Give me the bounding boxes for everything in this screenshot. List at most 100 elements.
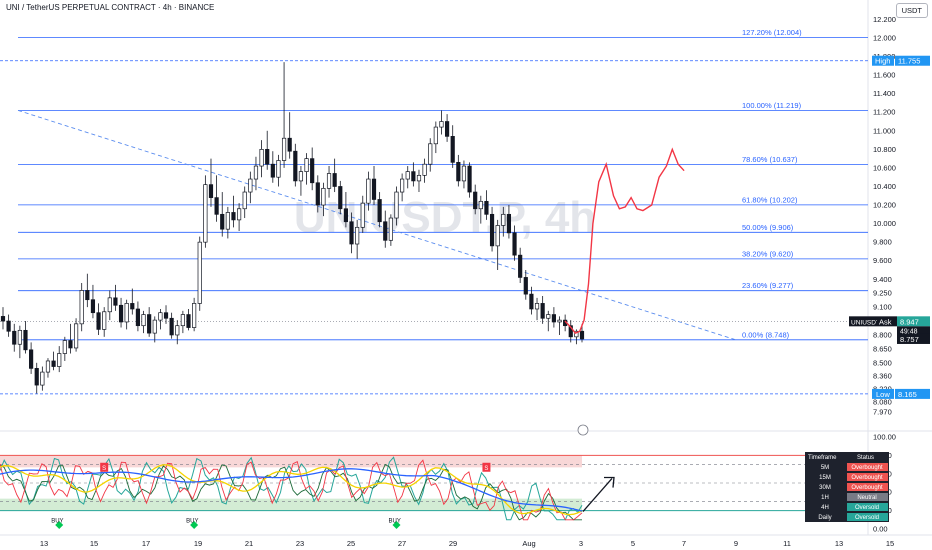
high-tag-label: High	[875, 57, 890, 66]
candle-body	[461, 165, 467, 182]
candle-body	[439, 121, 444, 128]
price-chart[interactable]: UNIUSDT.P, 4h12.20012.00011.80011.60011.…	[0, 0, 932, 550]
price-tick-label: 9.800	[873, 238, 892, 247]
fib-label: 50.00% (9.906)	[742, 223, 794, 232]
candle-body	[326, 173, 332, 189]
candle-body	[29, 349, 34, 369]
candle-body	[304, 158, 309, 172]
price-tick-label: 11.600	[873, 71, 895, 80]
candle-body	[467, 165, 472, 193]
table-status: Oversold	[855, 515, 879, 521]
candle-body	[405, 171, 410, 180]
candle-body	[68, 340, 73, 349]
price-tick-label: 10.600	[873, 163, 896, 172]
sell-label: S	[484, 466, 488, 472]
overbought-zone	[0, 455, 582, 468]
fib-label: 127.20% (12.004)	[742, 28, 802, 37]
candle-body	[495, 225, 500, 247]
candle-body	[400, 178, 405, 193]
table-tf: 30M	[819, 485, 831, 491]
candle-body	[107, 297, 112, 313]
candle-body	[321, 187, 326, 206]
candle-body	[163, 312, 169, 319]
candle-body	[433, 126, 438, 145]
candle-body	[377, 199, 382, 223]
time-tick-label: 15	[90, 539, 98, 548]
candle-body	[197, 241, 202, 304]
table-status: Neutral	[857, 495, 876, 501]
table-tf: 5M	[821, 465, 829, 471]
candle-body	[220, 213, 225, 230]
time-tick-label: 27	[398, 539, 406, 548]
price-tick-label: 10.200	[873, 201, 896, 210]
time-tick-label: 19	[194, 539, 202, 548]
alert-icon	[577, 424, 589, 436]
price-tick-label: 9.400	[873, 275, 892, 284]
currency-button[interactable]: USDT	[895, 3, 928, 18]
candle-body	[276, 160, 281, 178]
fib-label: 78.60% (10.637)	[742, 155, 798, 164]
indicator-tick-label: 100.00	[873, 433, 896, 442]
candle-body	[383, 221, 388, 241]
candle-body	[523, 277, 528, 295]
candle-body	[444, 121, 450, 137]
candle-body	[158, 312, 163, 321]
candle-body	[293, 150, 298, 182]
candle-body	[270, 163, 275, 178]
time-tick-label: 3	[579, 539, 583, 548]
price-tick-label: 10.800	[873, 145, 896, 154]
time-tick-label: 21	[245, 539, 253, 548]
candle-body	[0, 316, 6, 322]
candle-body	[287, 137, 292, 152]
candle-body	[416, 174, 422, 182]
candle-body	[57, 353, 62, 367]
candle-body	[546, 314, 551, 319]
candle-body	[186, 314, 191, 328]
candle-body	[242, 191, 247, 210]
candle-body	[281, 137, 287, 161]
candle-body	[557, 319, 562, 323]
chart-title: UNI / TetherUS PERPETUAL CONTRACT · 4h ·…	[6, 3, 215, 12]
table-status: Overbought	[851, 475, 883, 481]
fib-label: 23.60% (9.277)	[742, 281, 794, 290]
candle-body	[45, 360, 51, 373]
candle-body	[484, 200, 489, 215]
time-tick-label: 5	[631, 539, 635, 548]
candle-body	[192, 303, 197, 328]
price-tick-label: 11.200	[873, 108, 895, 117]
candle-body	[96, 312, 101, 330]
table-tf: 4H	[821, 505, 829, 511]
low-value: 8.165	[898, 390, 917, 399]
ask-tag: Ask	[879, 317, 892, 326]
candle-body	[23, 329, 28, 351]
time-tick-label: Aug	[522, 539, 535, 548]
candle-body	[12, 330, 17, 345]
table-header-tf: Timeframe	[808, 455, 837, 461]
last-value: 8.757	[900, 335, 919, 344]
table-status: Oversold	[855, 505, 879, 511]
candle-body	[349, 221, 354, 245]
candle-body	[135, 308, 141, 327]
table-tf: 1H	[821, 495, 829, 501]
candle-body	[332, 173, 337, 187]
candle-body	[225, 212, 230, 230]
buy-label: BUY	[388, 519, 400, 525]
table-status: Overbought	[851, 465, 883, 471]
candle-body	[579, 330, 585, 340]
table-tf: Daily	[818, 515, 831, 521]
candle-body	[450, 136, 455, 163]
candle-body	[512, 232, 517, 256]
price-tick-label: 10.400	[873, 182, 896, 191]
candle-body	[130, 303, 135, 310]
candle-body	[237, 208, 242, 221]
candle-body	[298, 171, 304, 182]
time-tick-label: 15	[886, 539, 894, 548]
price-tick-label: 12.200	[873, 15, 896, 24]
price-tick-label: 12.000	[873, 33, 896, 42]
candle-body	[428, 143, 433, 165]
price-tick-label: 9.600	[873, 256, 892, 265]
candle-body	[388, 217, 393, 241]
candle-body	[265, 149, 270, 165]
sell-label: S	[102, 466, 106, 472]
time-tick-label: 13	[835, 539, 843, 548]
